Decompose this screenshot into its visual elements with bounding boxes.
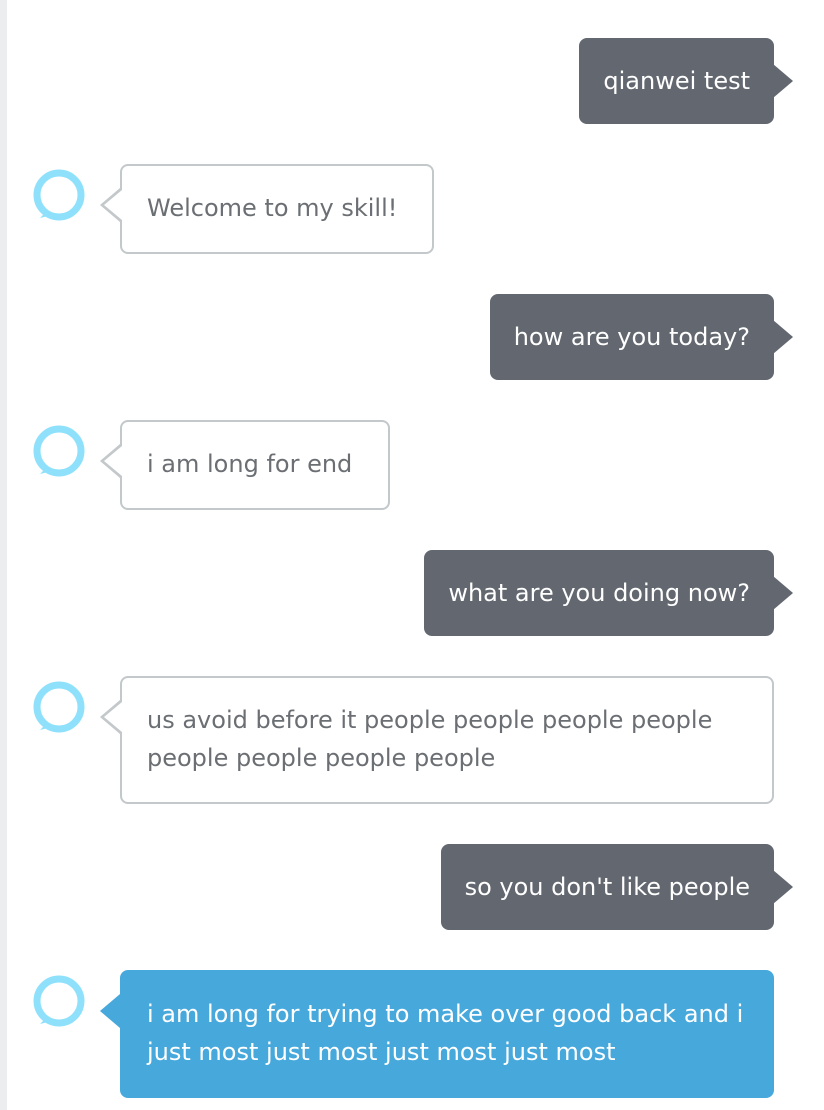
alexa-ring-icon — [33, 425, 85, 477]
alexa-message: Welcome to my skill! — [100, 164, 434, 254]
user-message: how are you today? — [489, 294, 794, 380]
alexa-message-active: i am long for trying to make over good b… — [100, 970, 774, 1098]
alexa-ring-icon — [33, 975, 85, 1027]
alexa-ring-icon — [33, 681, 85, 733]
alexa-ring-icon — [33, 169, 85, 221]
user-message: qianwei test — [579, 38, 793, 124]
conversation-panel: qianwei test Welcome to my skill! how ar… — [0, 0, 824, 1110]
alexa-message: i am long for end — [100, 420, 390, 510]
alexa-message: us avoid before it people people people … — [100, 676, 774, 804]
user-message: so you don't like people — [440, 844, 794, 930]
user-message: what are you doing now? — [424, 550, 793, 636]
